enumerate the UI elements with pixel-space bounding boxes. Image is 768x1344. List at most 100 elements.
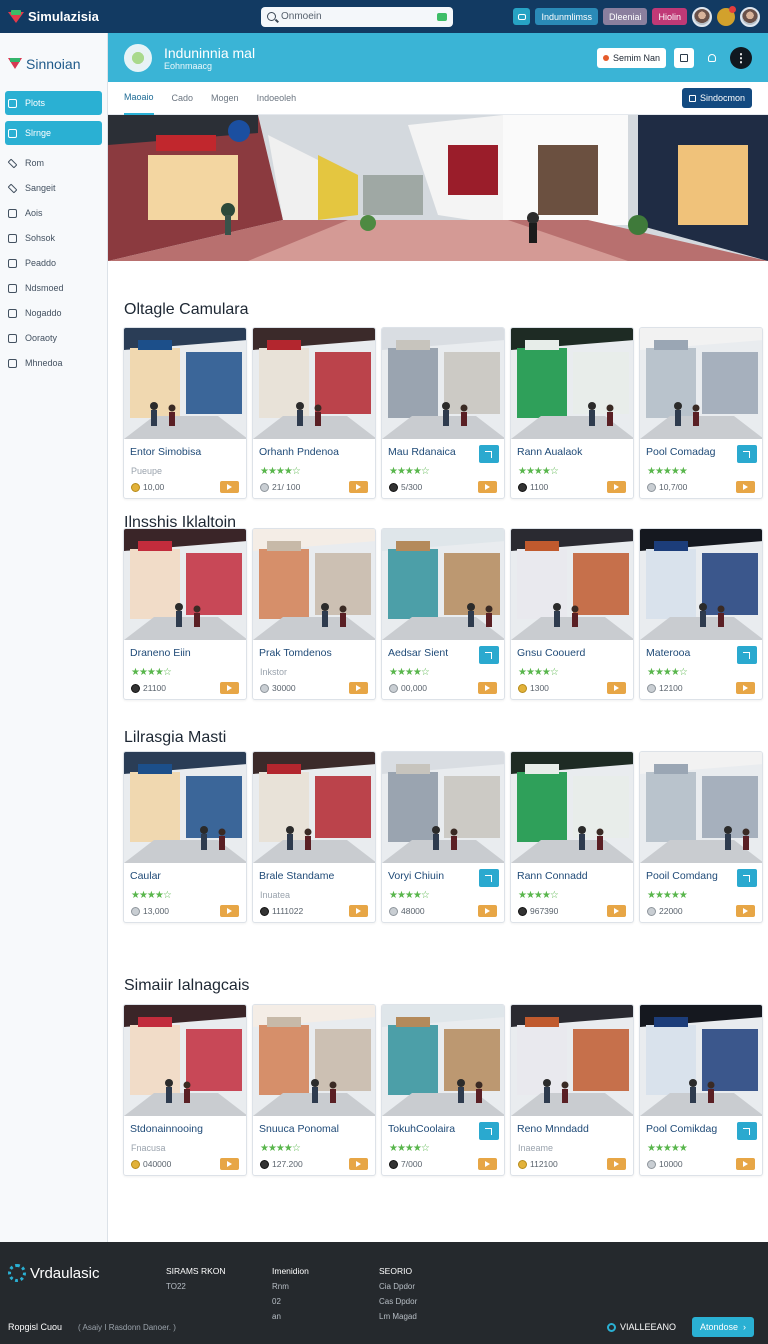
card-image[interactable]	[640, 529, 762, 640]
play-button[interactable]	[607, 905, 626, 917]
footer-brand[interactable]: Vrdaulasic	[8, 1264, 99, 1282]
footer-link[interactable]: Lm Magad	[379, 1309, 417, 1324]
play-button[interactable]	[349, 481, 368, 493]
store-card[interactable]: Aedsar Sient ★★★★☆ 00,000	[381, 528, 505, 700]
card-image[interactable]	[640, 1005, 762, 1116]
play-button[interactable]	[607, 1158, 626, 1170]
store-card[interactable]: Pool Comadag ★★★★★ 10,7/00	[639, 327, 763, 499]
notification-icon[interactable]	[717, 5, 736, 26]
store-card[interactable]: Entor Simobisa Pueupe 10,00	[123, 327, 247, 499]
store-card[interactable]: Voryi Chiuin ★★★★☆ 48000	[381, 751, 505, 923]
store-card[interactable]: Caular ★★★★☆ 13,000	[123, 751, 247, 923]
store-card[interactable]: Pool Comikdag ★★★★★ 10000	[639, 1004, 763, 1176]
store-card[interactable]: Rann Connadd ★★★★☆ 967390	[510, 751, 634, 923]
card-image[interactable]	[640, 328, 762, 439]
card-title[interactable]: Aedsar Sient	[388, 647, 448, 659]
topbar-button-3[interactable]: Hiolin	[652, 8, 687, 25]
play-button[interactable]	[220, 1158, 239, 1170]
card-image[interactable]	[253, 529, 375, 640]
store-card[interactable]: TokuhCoolaira ★★★★☆ 7/000	[381, 1004, 505, 1176]
footer-link[interactable]: Rnm	[272, 1279, 309, 1294]
footer-link[interactable]: Cas Dpdor	[379, 1294, 417, 1309]
card-image[interactable]	[640, 752, 762, 863]
store-card[interactable]: Mau Rdanaica ★★★★☆ 5/300	[381, 327, 505, 499]
store-card[interactable]: Rann Aualaok ★★★★☆ 1100	[510, 327, 634, 499]
card-image[interactable]	[253, 1005, 375, 1116]
card-image[interactable]	[511, 752, 633, 863]
play-button[interactable]	[607, 682, 626, 694]
card-title[interactable]: Gnsu Coouerd	[517, 647, 585, 659]
store-card[interactable]: Prak Tomdenos Inkstor 30000	[252, 528, 376, 700]
play-button[interactable]	[220, 682, 239, 694]
store-card[interactable]: Gnsu Coouerd ★★★★☆ 1300	[510, 528, 634, 700]
card-title[interactable]: Caular	[130, 870, 161, 882]
store-card[interactable]: Reno Mnndadd Inaeame 112100	[510, 1004, 634, 1176]
card-image[interactable]	[124, 1005, 246, 1116]
sidebar-item[interactable]: Slrnge	[5, 121, 102, 145]
sidebar-item[interactable]: Ooraoty	[5, 326, 102, 350]
card-image[interactable]	[382, 328, 504, 439]
store-card[interactable]: Stdonainnooing Fnacusa 040000	[123, 1004, 247, 1176]
play-button[interactable]	[607, 481, 626, 493]
footer-link[interactable]: 02	[272, 1294, 309, 1309]
card-image[interactable]	[124, 328, 246, 439]
tab[interactable]: Maoaio	[124, 82, 154, 115]
card-image[interactable]	[511, 328, 633, 439]
play-button[interactable]	[736, 1158, 755, 1170]
footer-link[interactable]: Cia Dpdor	[379, 1279, 417, 1294]
card-title[interactable]: TokuhCoolaira	[388, 1123, 455, 1135]
open-external-button[interactable]	[479, 445, 499, 463]
card-image[interactable]	[382, 1005, 504, 1116]
store-card[interactable]: Orhanh Pndenoa ★★★★☆ 21/ 100	[252, 327, 376, 499]
open-external-button[interactable]	[737, 445, 757, 463]
card-title[interactable]: Orhanh Pndenoa	[259, 446, 339, 458]
app-brand[interactable]: Simulazisia	[8, 9, 258, 24]
play-button[interactable]	[349, 1158, 368, 1170]
card-title[interactable]: Draneno Eiin	[130, 647, 191, 659]
play-button[interactable]	[478, 682, 497, 694]
topbar-button-1[interactable]: Indunmlimss	[535, 8, 598, 25]
play-button[interactable]	[736, 481, 755, 493]
edit-button[interactable]	[674, 47, 694, 68]
sidebar-item[interactable]: Plots	[5, 91, 102, 115]
open-external-button[interactable]	[479, 1122, 499, 1140]
store-card[interactable]: Pooil Comdang ★★★★★ 22000	[639, 751, 763, 923]
play-button[interactable]	[736, 905, 755, 917]
footer-link[interactable]: an	[272, 1309, 309, 1324]
card-title[interactable]: Materooa	[646, 647, 690, 659]
tab-action-button[interactable]: Sindocmon	[681, 88, 752, 108]
sidebar-item[interactable]: Nogaddo	[5, 301, 102, 325]
play-button[interactable]	[349, 682, 368, 694]
card-title[interactable]: Voryi Chiuin	[388, 870, 444, 882]
card-title[interactable]: Rann Aualaok	[517, 446, 582, 458]
card-image[interactable]	[511, 1005, 633, 1116]
card-title[interactable]: Reno Mnndadd	[517, 1123, 589, 1135]
play-button[interactable]	[220, 481, 239, 493]
search-input[interactable]: Onmoein	[261, 6, 453, 27]
sidebar-item[interactable]: Aois	[5, 201, 102, 225]
tab[interactable]: Indoeoleh	[257, 82, 297, 115]
footer-cta-button[interactable]: Atondose ›	[691, 1317, 754, 1337]
message-button[interactable]	[513, 8, 531, 25]
card-title[interactable]: Pool Comadag	[646, 446, 715, 458]
play-button[interactable]	[478, 1158, 497, 1170]
card-title[interactable]: Pooil Comdang	[646, 870, 718, 882]
profile-button[interactable]	[702, 48, 722, 68]
store-card[interactable]: Draneno Eiin ★★★★☆ 21100	[123, 528, 247, 700]
open-external-button[interactable]	[479, 869, 499, 887]
open-external-button[interactable]	[479, 646, 499, 664]
card-image[interactable]	[124, 752, 246, 863]
avatar[interactable]	[692, 6, 712, 27]
card-title[interactable]: Rann Connadd	[517, 870, 588, 882]
sidebar-item[interactable]: Sohsok	[5, 226, 102, 250]
card-title[interactable]: Prak Tomdenos	[259, 647, 332, 659]
sidebar-item[interactable]: Peaddo	[5, 251, 102, 275]
card-title[interactable]: Entor Simobisa	[130, 446, 201, 458]
card-image[interactable]	[124, 529, 246, 640]
card-title[interactable]: Stdonainnooing	[130, 1123, 203, 1135]
header-action-button[interactable]: Semim Nan	[596, 47, 666, 68]
card-image[interactable]	[382, 752, 504, 863]
card-image[interactable]	[511, 529, 633, 640]
open-external-button[interactable]	[737, 1122, 757, 1140]
play-button[interactable]	[478, 905, 497, 917]
